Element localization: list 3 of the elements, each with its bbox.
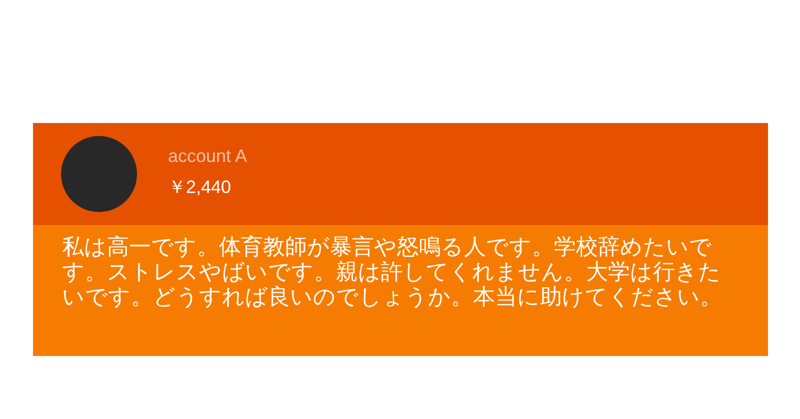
message-text: 私は高一です。体育教師が暴言や怒鳴る人です。学校辞めたいです。ストレスやばいです。親は許してくれません。大学は行きたいです。どうすれば良いのでしょうか。本当に助けてください。 <box>62 235 723 310</box>
donation-amount: ￥2,440 <box>168 176 232 198</box>
author-name: account A <box>168 146 248 166</box>
